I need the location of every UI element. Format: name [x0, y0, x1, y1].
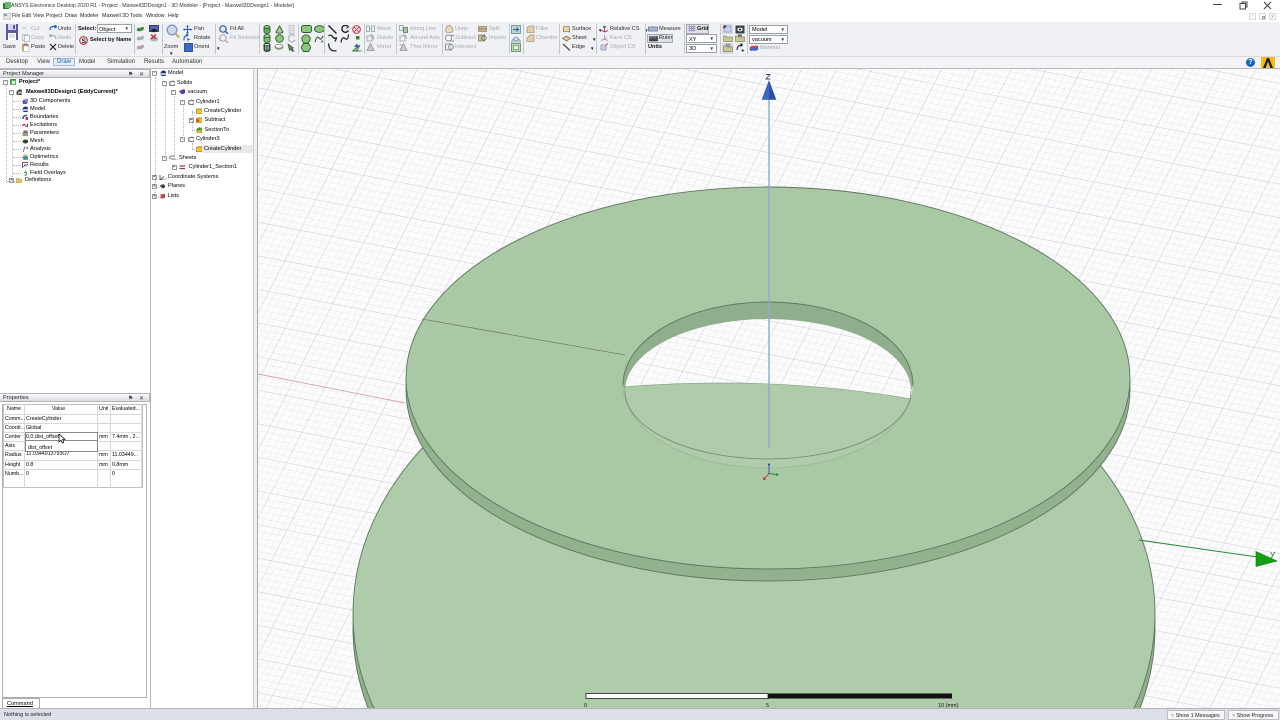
svg-text:f: f: [23, 147, 26, 152]
svg-text:S: S: [82, 38, 87, 45]
